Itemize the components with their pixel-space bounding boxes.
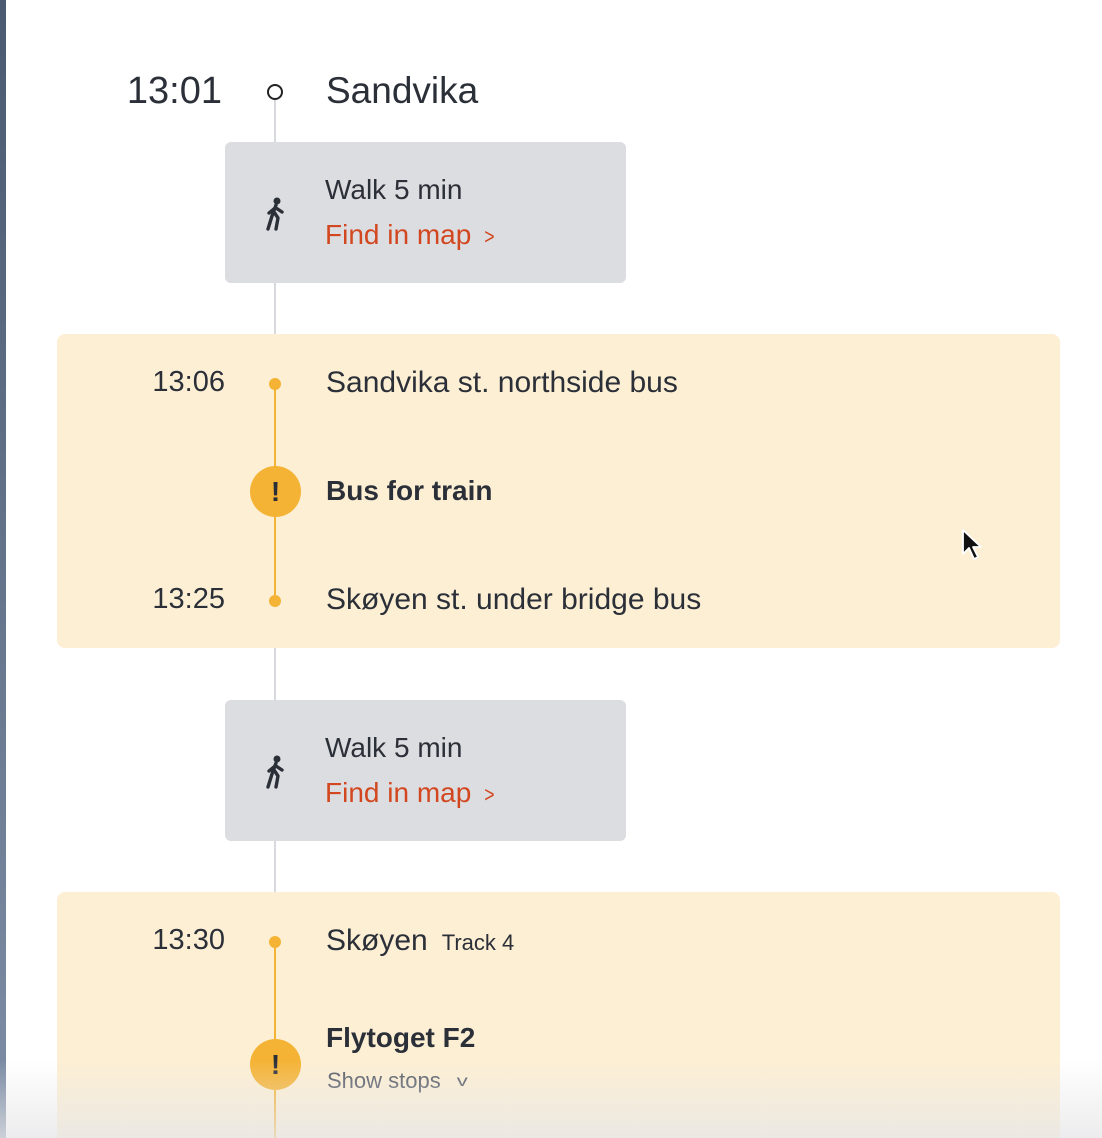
find-in-map-link[interactable]: Find in map > [325, 777, 496, 809]
walk-card: Walk 5 min Find in map > [225, 142, 626, 283]
window-edge [0, 0, 6, 1138]
walk-icon [266, 755, 284, 789]
find-in-map-link[interactable]: Find in map > [325, 219, 496, 251]
leg-arrival-time: 13:25 [152, 583, 225, 615]
walk-icon [266, 197, 284, 231]
alert-icon[interactable]: ! [250, 1039, 301, 1090]
chevron-right-icon: > [484, 224, 495, 249]
start-stop-name: Sandvika [326, 70, 479, 111]
find-in-map-label: Find in map [325, 777, 472, 808]
chevron-down-icon: v [456, 1071, 468, 1090]
alert-icon[interactable]: ! [250, 466, 301, 517]
mouse-cursor-icon [962, 529, 982, 560]
leg-from-stop-name: Skøyen [326, 924, 428, 957]
stop-dot [269, 378, 281, 390]
start-marker [267, 84, 283, 100]
find-in-map-label: Find in map [325, 219, 472, 250]
leg-from-stop: Sandvika st. northside bus [326, 366, 678, 399]
leg-from-stop: Skøyen Track 4 [326, 924, 514, 958]
stop-dot [269, 595, 281, 607]
leg-departure-time: 13:30 [152, 924, 225, 956]
leg-to-stop: Skøyen st. under bridge bus [326, 583, 702, 616]
stop-dot [269, 936, 281, 948]
leg-departure-time: 13:06 [152, 366, 225, 398]
show-stops-label: Show stops [327, 1068, 441, 1093]
leg-title: Flytoget F2 [326, 1022, 476, 1053]
show-stops-toggle[interactable]: Show stops v [327, 1068, 468, 1094]
track-label: Track 4 [441, 930, 515, 955]
walk-card: Walk 5 min Find in map > [225, 700, 626, 841]
departure-time: 13:01 [126, 70, 222, 112]
walk-duration: Walk 5 min [325, 732, 463, 763]
walk-duration: Walk 5 min [325, 174, 463, 205]
leg-title: Bus for train [326, 475, 493, 506]
chevron-right-icon: > [484, 782, 495, 807]
